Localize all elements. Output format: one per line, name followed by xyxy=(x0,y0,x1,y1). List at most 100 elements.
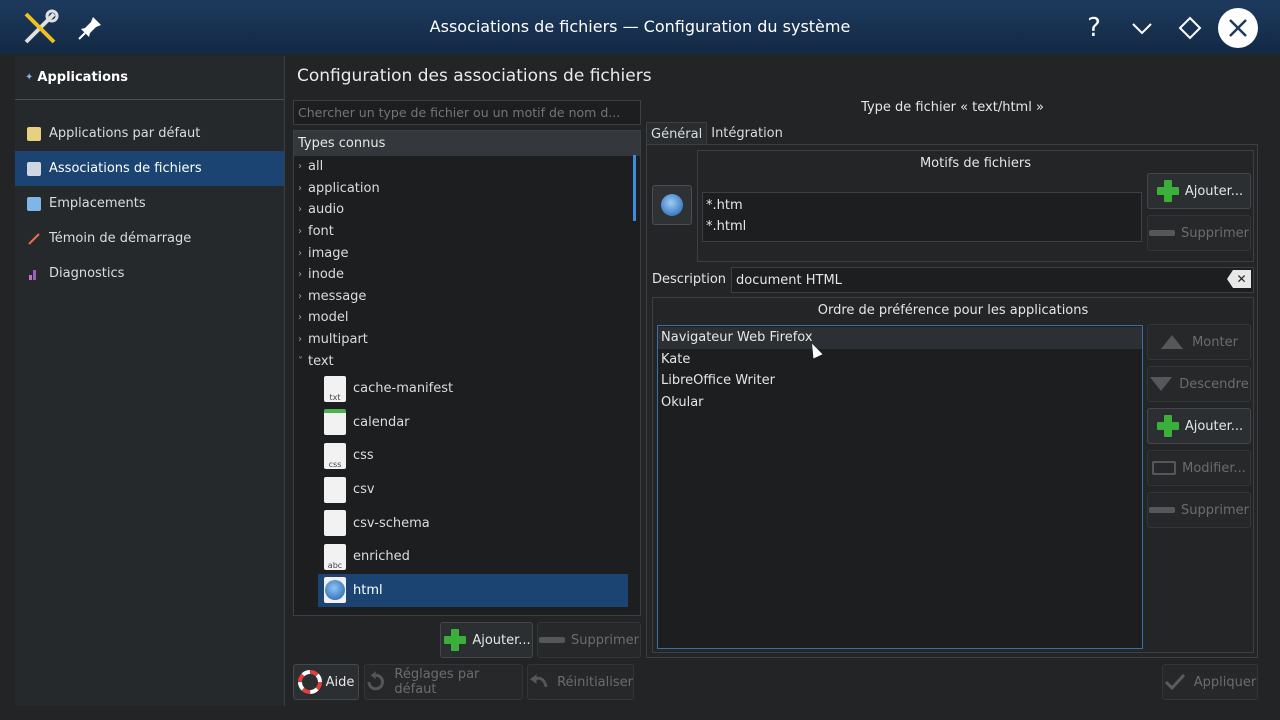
lifebuoy-icon xyxy=(297,670,322,694)
star-doc-icon xyxy=(27,126,41,141)
defaults-button[interactable]: Réglages par défaut xyxy=(364,664,523,700)
button-label: Ajouter... xyxy=(472,632,531,648)
tree-node-label: model xyxy=(308,310,349,326)
sidebar-item-label: Applications par défaut xyxy=(49,126,201,141)
move-down-button[interactable]: Descendre xyxy=(1147,366,1251,402)
plus-icon xyxy=(1155,413,1181,439)
tree-item-calendar[interactable]: calendar xyxy=(318,406,628,440)
checkmark-icon xyxy=(1164,673,1185,691)
apps-list[interactable]: Navigateur Web Firefox Kate LibreOffice … xyxy=(657,325,1143,649)
chevron-right-icon: › xyxy=(298,204,302,216)
list-item[interactable]: Kate xyxy=(658,349,1142,371)
tree-item-label: cache-manifest xyxy=(353,381,454,397)
add-app-button[interactable]: Ajouter... xyxy=(1147,408,1251,444)
tree-item-css[interactable]: css css xyxy=(318,439,628,473)
tree-node-text[interactable]: ˅ text xyxy=(294,350,640,372)
add-pattern-button[interactable]: Ajouter... xyxy=(1147,173,1251,209)
tree-node-all[interactable]: › all xyxy=(294,156,640,178)
tree-item-label: css xyxy=(353,448,374,464)
list-item[interactable]: Okular xyxy=(658,392,1142,414)
button-label: Aide xyxy=(325,674,355,690)
button-label: Réglages par défaut xyxy=(394,667,480,697)
search-input[interactable] xyxy=(293,100,641,125)
help-footer-button[interactable]: Aide xyxy=(293,664,359,700)
button-label: Supprimer xyxy=(571,632,639,648)
details-tabs: Général Intégration xyxy=(646,122,787,146)
mime-type-tree[interactable]: Types connus › all › application › audio › f… xyxy=(293,130,641,616)
app-order-title: Ordre de préférence pour les application… xyxy=(817,303,1089,318)
tree-node-label: image xyxy=(308,245,349,261)
tree-node-label: all xyxy=(308,159,324,175)
title-bar: Associations de fichiers — Configuration… xyxy=(0,0,1280,54)
button-label: Ajouter... xyxy=(1184,183,1244,199)
plus-icon xyxy=(442,627,468,653)
list-item[interactable]: *.html xyxy=(703,216,1141,237)
edit-icon xyxy=(1152,461,1177,475)
add-type-button[interactable]: Ajouter... xyxy=(440,622,533,658)
button-label: Supprimer xyxy=(1181,502,1249,518)
tree-node-application[interactable]: › application xyxy=(294,178,640,200)
tree-node-image[interactable]: › image xyxy=(294,242,640,264)
sidebar-header[interactable]: ✦ Applications xyxy=(15,56,284,100)
sidebar-item-default-apps[interactable]: Applications par défaut xyxy=(15,116,284,151)
sidebar-item-label: Associations de fichiers xyxy=(49,161,202,176)
css-file-icon: css xyxy=(324,442,346,469)
remove-icon xyxy=(1149,230,1176,236)
sidebar-item-diagnostics[interactable]: Diagnostics xyxy=(15,256,284,291)
page-title: Configuration des associations de fichie… xyxy=(297,66,652,86)
maximize-button[interactable] xyxy=(1170,8,1210,48)
tree-node-font[interactable]: › font xyxy=(294,221,640,243)
minimize-button[interactable] xyxy=(1122,8,1162,48)
sidebar-item-launch-feedback[interactable]: Témoin de démarrage xyxy=(15,221,284,256)
patterns-list[interactable]: *.htm *.html xyxy=(702,192,1142,242)
move-up-button[interactable]: Monter xyxy=(1147,324,1251,360)
tab-integration[interactable]: Intégration xyxy=(707,122,787,146)
tree-node-label: font xyxy=(308,224,334,240)
icon-picker-button[interactable] xyxy=(652,185,692,225)
remove-type-button[interactable]: Supprimer xyxy=(537,622,641,658)
reset-button[interactable]: Réinitialiser xyxy=(527,664,634,700)
enriched-file-icon: abc xyxy=(324,543,346,570)
apply-button[interactable]: Appliquer xyxy=(1162,664,1258,700)
tree-node-label: inode xyxy=(308,267,345,283)
tree-scrollbar[interactable] xyxy=(633,155,636,221)
tree-node-label: application xyxy=(308,180,380,196)
list-item[interactable]: *.htm xyxy=(703,195,1141,216)
sidebar-item-label: Diagnostics xyxy=(49,266,125,281)
sidebar-item-file-associations[interactable]: Associations de fichiers xyxy=(15,151,284,186)
tree-node-audio[interactable]: › audio xyxy=(294,199,640,221)
tree-header: Types connus xyxy=(294,131,640,156)
edit-app-button[interactable]: Modifier... xyxy=(1147,450,1251,486)
button-label: Descendre xyxy=(1179,376,1249,392)
tree-node-inode[interactable]: › inode xyxy=(294,264,640,286)
sidebar-item-label: Témoin de démarrage xyxy=(49,231,192,246)
file-assoc-icon xyxy=(27,161,41,176)
tree-node-multipart[interactable]: › multipart xyxy=(294,329,640,351)
remove-pattern-button[interactable]: Supprimer xyxy=(1147,215,1251,251)
chevron-right-icon: › xyxy=(298,161,302,173)
tree-item-cache-manifest[interactable]: txt cache-manifest xyxy=(318,372,628,406)
tree-item-html[interactable]: html xyxy=(318,573,628,608)
sparkle-icon: ✦ xyxy=(25,72,34,83)
button-label: Appliquer xyxy=(1193,674,1257,690)
chevron-right-icon: › xyxy=(298,182,302,194)
remove-app-button[interactable]: Supprimer xyxy=(1147,492,1251,528)
tree-item-label: csv-schema xyxy=(353,515,430,531)
help-button[interactable]: ? xyxy=(1074,8,1114,48)
sidebar-item-locations[interactable]: Emplacements xyxy=(15,186,284,221)
list-item[interactable]: Navigateur Web Firefox xyxy=(658,327,1142,349)
tab-general[interactable]: Général xyxy=(646,122,708,146)
globe-icon xyxy=(661,194,683,216)
tree-node-message[interactable]: › message xyxy=(294,286,640,308)
tree-node-label: multipart xyxy=(308,332,368,348)
main-content: Configuration des associations de fichie… xyxy=(286,56,1266,706)
tree-item-csv-schema[interactable]: csv-schema xyxy=(318,506,628,540)
chevron-right-icon: › xyxy=(298,247,302,259)
patterns-title: Motifs de fichiers xyxy=(919,156,1032,171)
description-field[interactable] xyxy=(731,267,1254,293)
tree-item-enriched[interactable]: abc enriched xyxy=(318,540,628,574)
close-button[interactable] xyxy=(1218,8,1258,48)
tree-item-csv[interactable]: csv xyxy=(318,473,628,507)
tree-node-model[interactable]: › model xyxy=(294,307,640,329)
list-item[interactable]: LibreOffice Writer xyxy=(658,370,1142,392)
